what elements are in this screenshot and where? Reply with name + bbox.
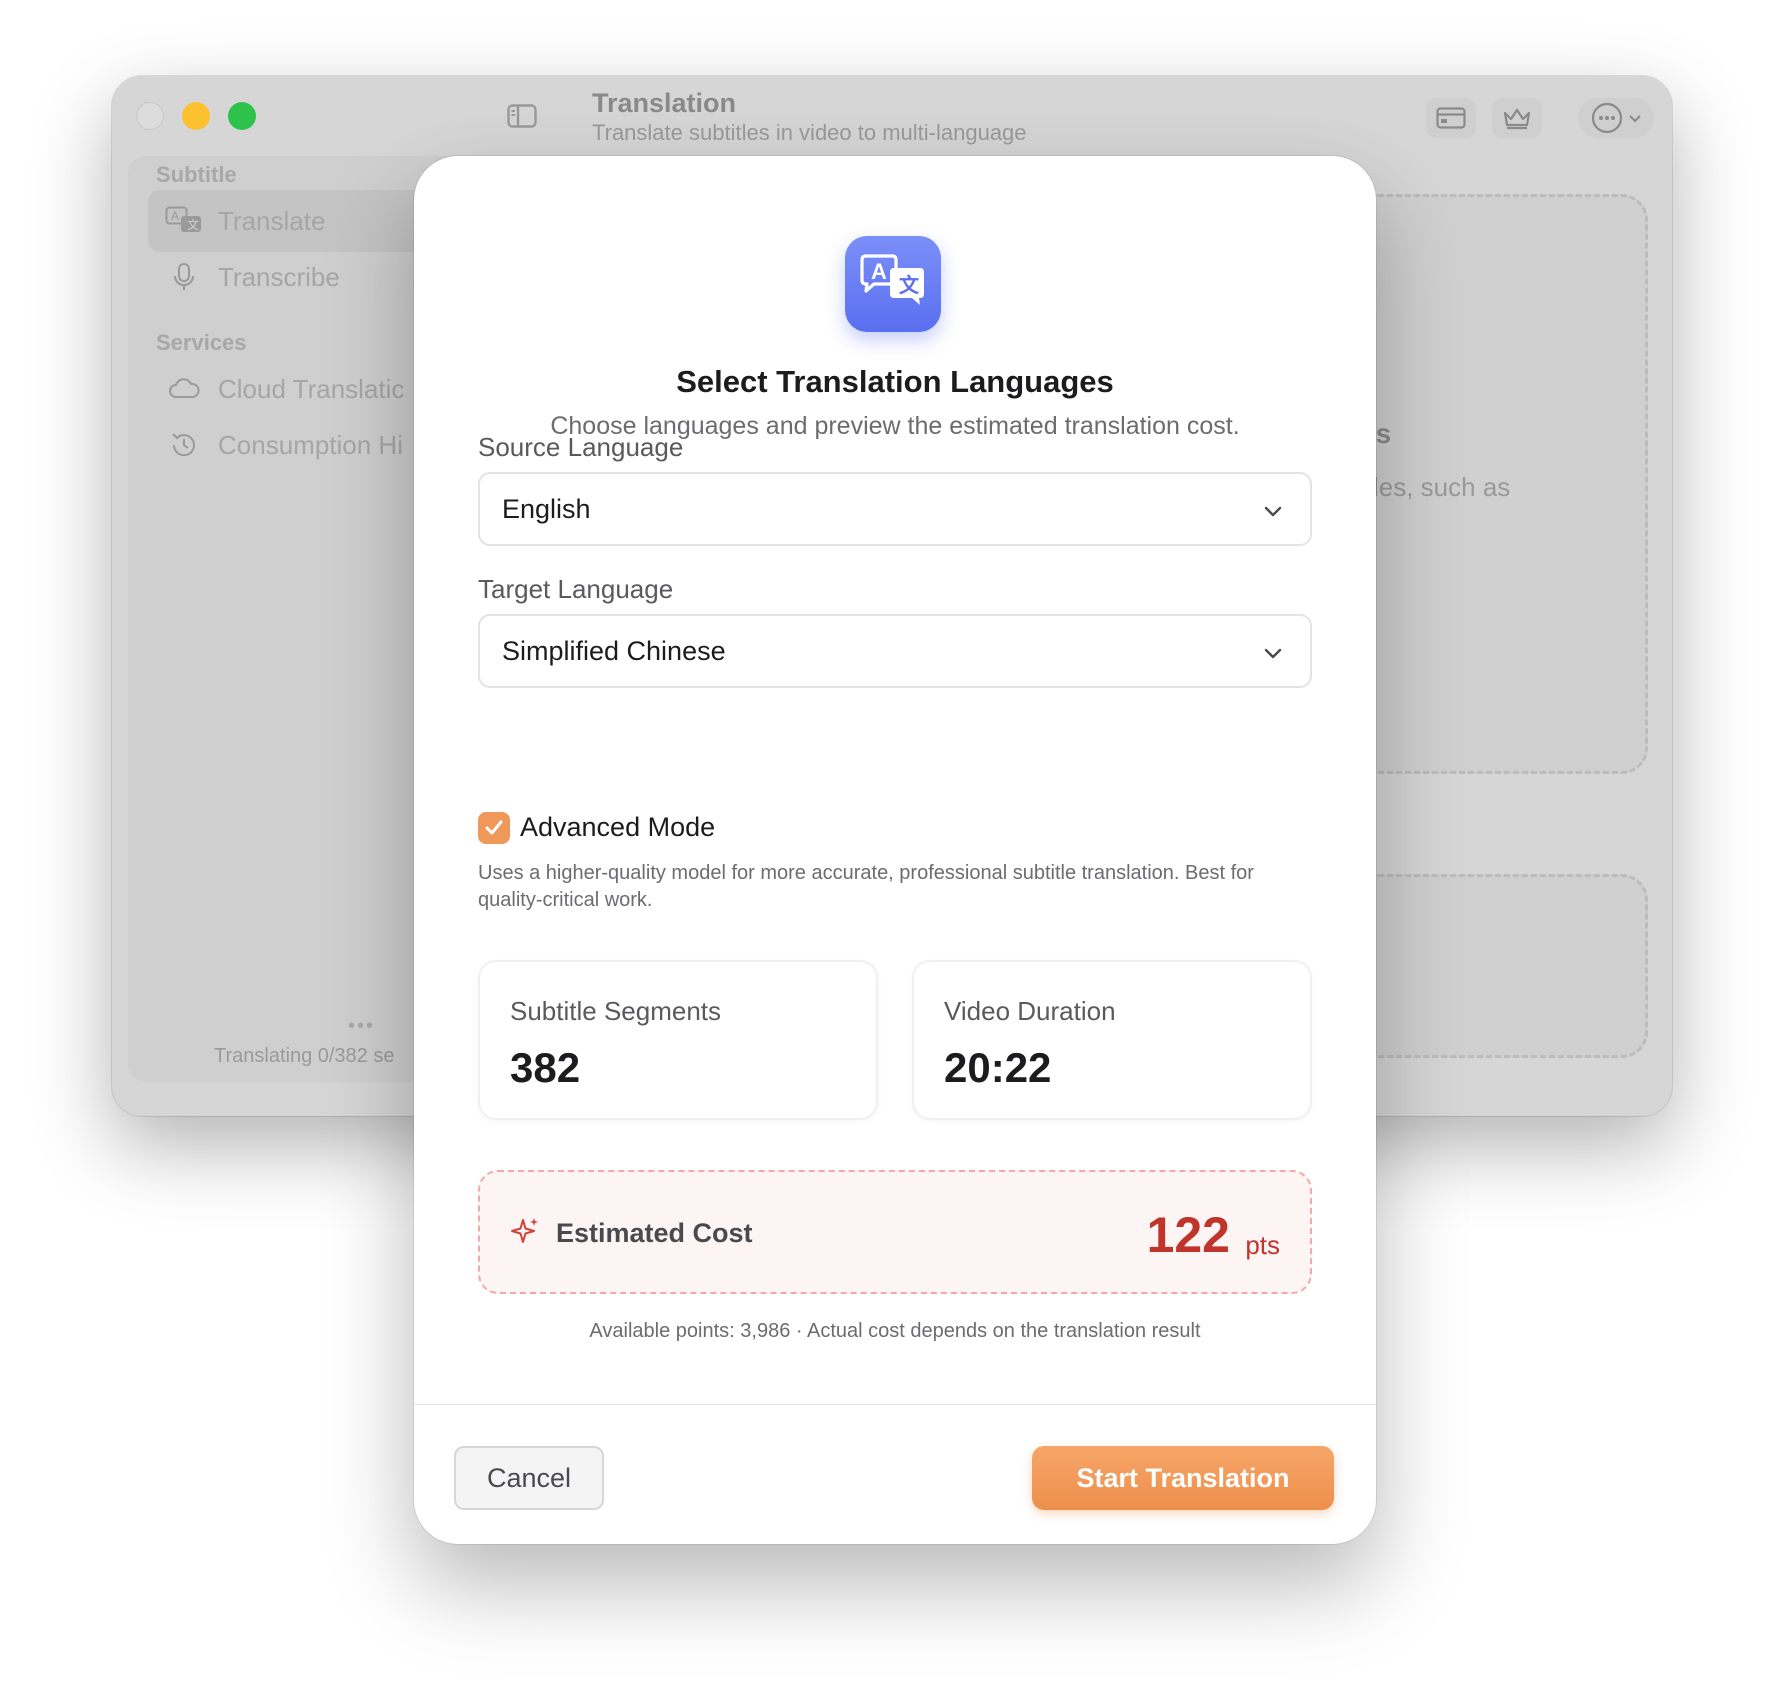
stat-label: Video Duration — [944, 996, 1116, 1026]
drop-zone-secondary[interactable] — [1352, 874, 1648, 1058]
card-icon — [1436, 107, 1466, 129]
more-icon — [1591, 102, 1623, 134]
app-title: Translation — [592, 88, 737, 118]
advanced-mode-checkbox[interactable] — [478, 812, 510, 844]
cloud-icon — [164, 369, 204, 409]
toolbar-premium-button[interactable] — [1492, 98, 1542, 138]
sidebar-item-label: Cloud Translatic — [218, 373, 405, 404]
available-points-note: Available points: 3,986 · Actual cost de… — [589, 1320, 1201, 1342]
chevron-down-icon — [1264, 506, 1282, 517]
sparkle-icon — [511, 1218, 538, 1243]
sidebar-section-subtitle: Subtitle — [156, 162, 237, 187]
estimated-cost-value: 122 — [1146, 1207, 1230, 1263]
estimated-cost-label: Estimated Cost — [556, 1218, 753, 1248]
window-zoom-button[interactable] — [228, 102, 256, 130]
sidebar-item-label: Consumption Hi — [218, 429, 403, 460]
history-icon — [164, 425, 204, 465]
stat-value: 20:22 — [944, 1044, 1052, 1091]
target-language-value: Simplified Chinese — [502, 635, 726, 666]
sidebar-item-label: Translate — [218, 205, 326, 236]
microphone-icon — [164, 257, 204, 297]
video-duration-card: Video Duration 20:22 — [912, 960, 1312, 1120]
estimated-cost-box: Estimated Cost 122 pts — [478, 1170, 1312, 1294]
svg-text:文: 文 — [899, 273, 920, 297]
dialog-footer-divider — [414, 1404, 1376, 1405]
sidebar-toggle-button[interactable] — [498, 98, 546, 134]
stage: Translation Translate subtitles in video… — [0, 0, 1784, 1690]
start-translation-button[interactable]: Start Translation — [1032, 1446, 1334, 1510]
estimated-cost-unit: pts — [1245, 1230, 1280, 1260]
window-minimize-button[interactable] — [182, 102, 210, 130]
translate-icon: A 文 — [164, 201, 204, 241]
toolbar-more-button[interactable] — [1578, 98, 1654, 138]
toolbar-card-button[interactable] — [1426, 98, 1476, 138]
sidebar-item-label: Transcribe — [218, 261, 340, 292]
translate-icon: A 文 — [845, 236, 941, 332]
dialog-title: Select Translation Languages — [676, 364, 1114, 399]
progress-dots: ••• — [348, 1015, 376, 1037]
svg-text:A: A — [871, 259, 887, 284]
titlebar: Translation Translate subtitles in video… — [112, 76, 1672, 156]
window-close-button[interactable] — [136, 102, 164, 130]
app-subtitle: Translate subtitles in video to multi-la… — [592, 120, 1027, 145]
source-language-value: English — [502, 493, 591, 524]
translation-status: Translating 0/382 se — [214, 1045, 395, 1067]
sidebar-section-services: Services — [156, 330, 247, 355]
source-language-select[interactable]: English — [478, 472, 1312, 546]
checkmark-icon — [485, 820, 503, 835]
crown-icon — [1503, 108, 1531, 130]
svg-text:文: 文 — [187, 217, 199, 232]
advanced-mode-label[interactable]: Advanced Mode — [520, 812, 715, 843]
target-language-select[interactable]: Simplified Chinese — [478, 614, 1312, 688]
sidebar-toggle-icon — [507, 104, 537, 128]
target-language-label: Target Language — [478, 574, 674, 604]
advanced-mode-description: Uses a higher-quality model for more acc… — [478, 862, 1254, 911]
cancel-button[interactable]: Cancel — [454, 1446, 604, 1510]
translation-dialog: A 文 Select Translation Languages Choose … — [414, 156, 1376, 1544]
source-language-label: Source Language — [478, 432, 684, 462]
subtitle-segments-card: Subtitle Segments 382 — [478, 960, 878, 1120]
stat-label: Subtitle Segments — [510, 996, 722, 1026]
chevron-down-icon — [1264, 648, 1282, 659]
background-description: itles, such as — [1360, 472, 1511, 502]
stat-value: 382 — [510, 1044, 581, 1091]
svg-text:A: A — [171, 209, 179, 223]
chevron-down-icon — [1629, 115, 1641, 123]
